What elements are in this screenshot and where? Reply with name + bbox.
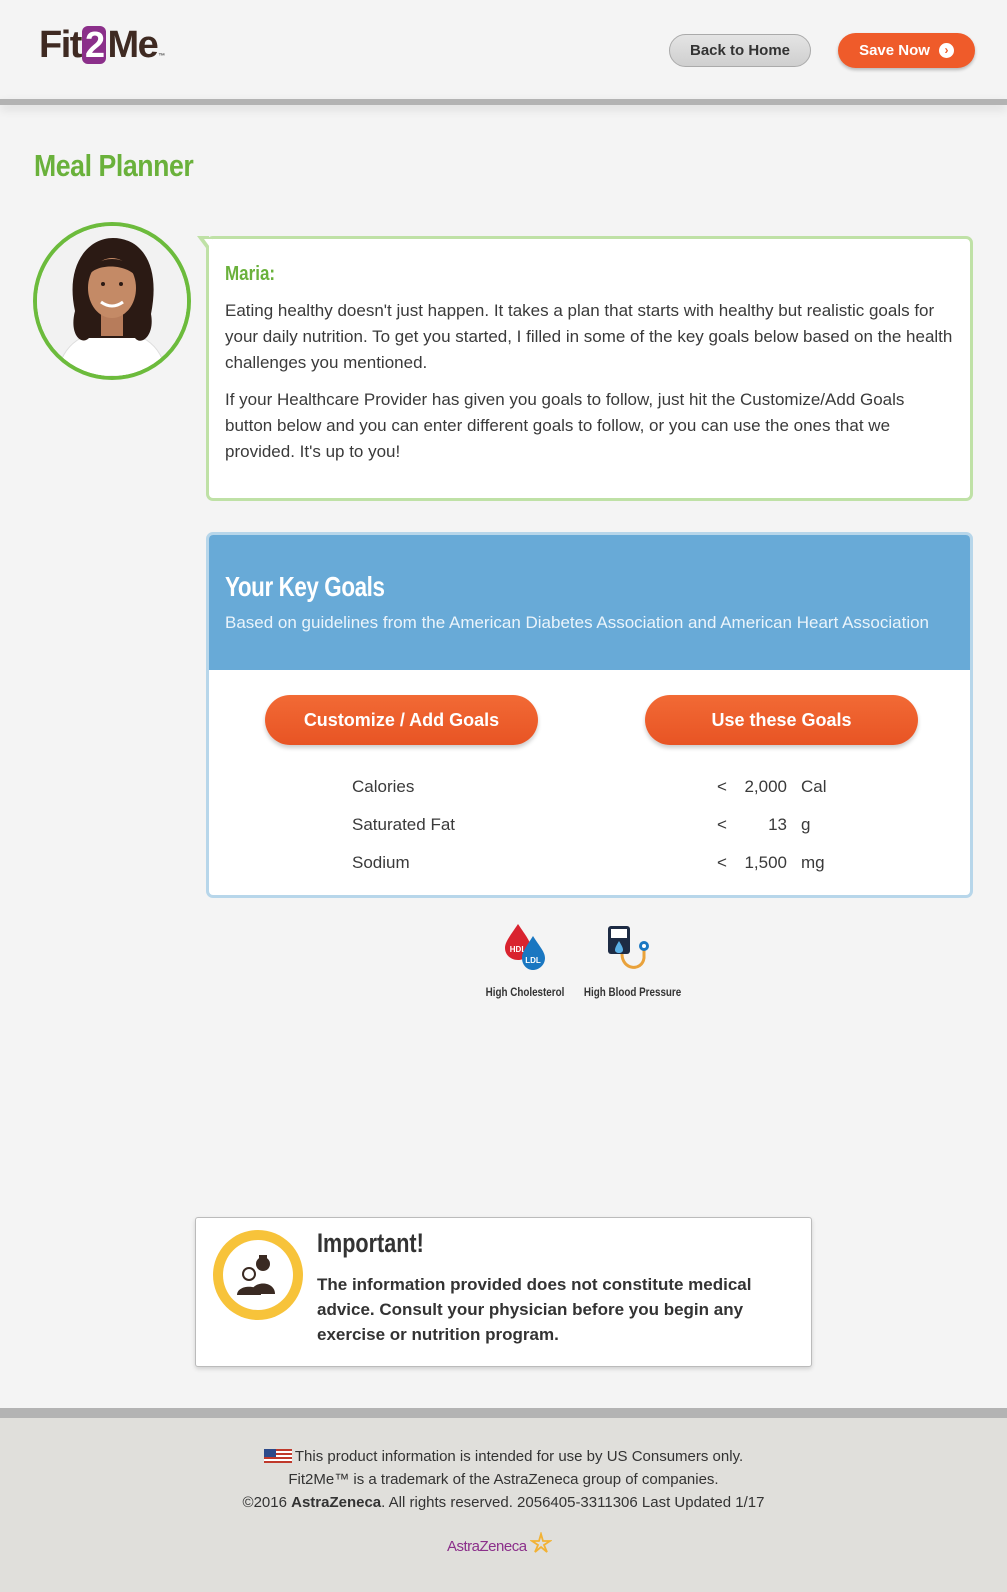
- coach-message-bubble: Maria: Eating healthy doesn't just happe…: [197, 236, 973, 501]
- goal-unit: Cal: [801, 777, 827, 796]
- goal-value: 13: [768, 815, 787, 834]
- condition-high-blood-pressure: High Blood Pressure: [574, 922, 684, 999]
- coach-message-paragraph-2: If your Healthcare Provider has given yo…: [225, 390, 905, 461]
- footer-consumer-notice: This product information is intended for…: [0, 1448, 1007, 1465]
- goal-unit: g: [801, 815, 811, 834]
- cholesterol-drops-icon: HDL LDL: [505, 924, 545, 970]
- customize-add-goals-label: Customize / Add Goals: [303, 709, 500, 730]
- goal-value: 2,000: [744, 777, 787, 796]
- footer-line-1: This product information is intended for…: [294, 1448, 744, 1465]
- condition-label: High Blood Pressure: [583, 985, 682, 999]
- important-disclaimer: Important! The information provided does…: [195, 1217, 812, 1367]
- key-goals-header: Your Key Goals Based on guidelines from …: [209, 535, 970, 670]
- goal-row-calories: Calories < 2,000 Cal: [209, 773, 970, 803]
- header-divider: [0, 99, 1007, 105]
- astrazeneca-logo-text: AstraZeneca: [447, 1538, 527, 1555]
- goal-value: 1,500: [744, 853, 787, 872]
- logo-tm: ™: [158, 53, 166, 60]
- logo-text-me: Me: [107, 24, 158, 66]
- coach-message-paragraph-1: Eating healthy doesn't just happen. It t…: [225, 301, 953, 372]
- astrazeneca-swirl-icon: [529, 1530, 554, 1553]
- logo-text-2: 2: [81, 26, 107, 64]
- important-title: Important!: [317, 1228, 424, 1258]
- astrazeneca-logo[interactable]: AstraZeneca: [447, 1530, 554, 1555]
- use-these-goals-button[interactable]: Use these Goals: [645, 695, 918, 745]
- coach-portrait-icon: [37, 226, 187, 376]
- blood-pressure-cuff-icon: [608, 926, 649, 969]
- fit2me-logo[interactable]: Fit 2 Me ™: [39, 24, 165, 64]
- key-goals-title: Your Key Goals: [225, 571, 385, 602]
- chevron-right-icon: ›: [938, 43, 954, 58]
- goal-label: Saturated Fat: [352, 815, 456, 834]
- us-flag-icon: [263, 1449, 292, 1463]
- footer-copyright: ©2016 AstraZeneca. All rights reserved. …: [0, 1494, 1007, 1511]
- customize-add-goals-button[interactable]: Customize / Add Goals: [265, 695, 538, 745]
- footer-copyright-brand: AstraZeneca: [291, 1494, 382, 1511]
- goal-row-sodium: Sodium < 1,500 mg: [209, 849, 970, 879]
- coach-avatar: [33, 222, 191, 380]
- use-these-goals-label: Use these Goals: [711, 709, 852, 730]
- save-now-label: Save Now: [859, 42, 930, 59]
- goal-unit: mg: [801, 853, 825, 872]
- footer-line-2: Fit2Me™ is a trademark of the AstraZenec…: [288, 1471, 719, 1488]
- back-to-home-button[interactable]: Back to Home: [669, 34, 811, 67]
- important-text: The information provided does not consti…: [317, 1275, 752, 1344]
- footer-copyright-prefix: ©2016: [242, 1494, 292, 1511]
- goal-label: Sodium: [352, 853, 410, 872]
- site-header: Fit 2 Me ™ Back to Home Save Now ›: [0, 0, 1007, 100]
- site-footer: This product information is intended for…: [0, 1418, 1007, 1592]
- doctor-patient-icon: [213, 1230, 303, 1320]
- goal-row-saturated-fat: Saturated Fat < 13 g: [209, 811, 970, 841]
- page-title: Meal Planner: [34, 148, 194, 183]
- condition-label: High Cholesterol: [485, 985, 565, 999]
- key-goals-card: Your Key Goals Based on guidelines from …: [206, 532, 973, 898]
- footer-divider: [0, 1408, 1007, 1418]
- footer-copyright-suffix: . All rights reserved. 2056405-3311306 L…: [381, 1494, 765, 1511]
- coach-name: Maria:: [225, 263, 276, 285]
- save-now-button[interactable]: Save Now ›: [838, 33, 975, 68]
- back-to-home-label: Back to Home: [689, 42, 791, 59]
- goal-label: Calories: [352, 777, 415, 796]
- logo-text-fit: Fit: [39, 24, 82, 66]
- condition-high-cholesterol: HDL LDL High Cholesterol: [470, 922, 580, 999]
- ldl-label: LDL: [525, 956, 541, 965]
- key-goals-subtitle: Based on guidelines from the American Di…: [225, 613, 930, 632]
